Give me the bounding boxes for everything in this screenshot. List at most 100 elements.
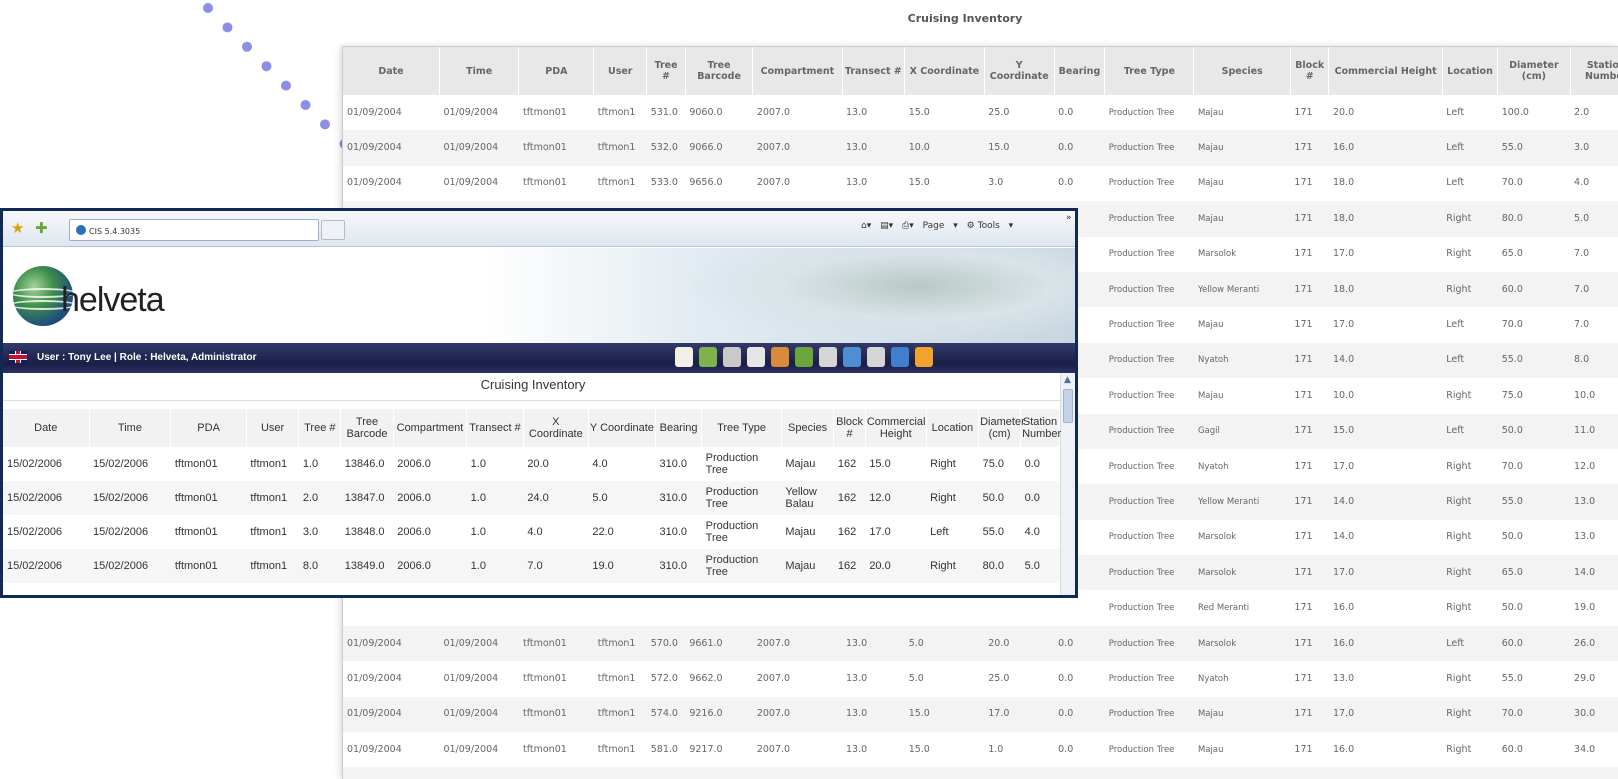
- table-cell: 1.0: [302, 458, 319, 470]
- uk-flag-icon[interactable]: [9, 351, 27, 363]
- column-header[interactable]: Block #: [1290, 47, 1330, 95]
- config-icon[interactable]: [843, 347, 861, 367]
- table-row[interactable]: 01/09/2004 01/09/2004 tftmon01 tftmon1 570.0…: [343, 625, 1618, 662]
- table-row[interactable]: 01/09/2004 01/09/2004 tftmon01 tftmon1 581.0…: [343, 732, 1618, 767]
- table-cell: 310.0: [655, 549, 702, 583]
- column-header[interactable]: Compartment: [752, 47, 843, 95]
- column-header[interactable]: Tree #: [298, 409, 342, 447]
- column-header[interactable]: Y Coordinate: [984, 47, 1055, 95]
- print-icon[interactable]: ⎙▾: [902, 221, 914, 231]
- table-cell: 9661.0: [685, 625, 753, 662]
- table-row[interactable]: 15/02/2006 15/02/2006 tftmon01 tftmon1 2.0 13…: [3, 481, 1060, 515]
- settings-icon[interactable]: [867, 347, 885, 367]
- column-header[interactable]: Species: [781, 409, 835, 447]
- column-header[interactable]: PDA: [170, 409, 247, 447]
- table-cell: 2.0: [298, 481, 341, 515]
- column-header[interactable]: Tree Barcode: [340, 409, 394, 447]
- table-cell: Production Tree: [1108, 249, 1175, 260]
- vertical-scrollbar[interactable]: ▲: [1060, 373, 1075, 595]
- home-icon[interactable]: ⌂▾: [861, 221, 871, 231]
- column-header[interactable]: Y Coordinate: [588, 409, 657, 447]
- column-header[interactable]: Location: [926, 409, 980, 447]
- column-header[interactable]: X Coordinate: [904, 47, 985, 95]
- column-header[interactable]: Diameter (cm): [978, 409, 1025, 447]
- table-row[interactable]: 01/09/200401/09/2004tftmon01tftmon1604.0…: [343, 767, 1618, 779]
- scrollbar-thumb[interactable]: [1063, 389, 1073, 423]
- column-header[interactable]: Diameter (cm): [1497, 47, 1571, 95]
- report-icon[interactable]: [771, 347, 789, 367]
- table-cell: 171: [1294, 460, 1313, 472]
- table-cell: 14.0: [1328, 342, 1443, 379]
- map-icon[interactable]: [795, 347, 813, 367]
- column-header[interactable]: Tree #: [646, 47, 686, 95]
- tools-menu[interactable]: ⚙ Tools ▾: [967, 221, 1014, 231]
- table-row[interactable]: 01/09/2004 01/09/2004 tftmon01 tftmon1 533.0…: [343, 166, 1618, 201]
- table-cell: 12.0: [865, 481, 927, 515]
- column-header[interactable]: Block #: [833, 409, 866, 447]
- column-header[interactable]: Station Number: [1570, 47, 1618, 95]
- table-row[interactable]: 01/09/2004 01/09/2004 tftmon01 tftmon1 572.0…: [343, 661, 1618, 696]
- column-header[interactable]: Species: [1193, 47, 1291, 95]
- table-row[interactable]: 01/09/2004 01/09/2004 tftmon01 tftmon1 574.0…: [343, 696, 1618, 733]
- page-menu[interactable]: Page ▾: [923, 221, 958, 231]
- table-cell: 13.0: [842, 625, 905, 662]
- table-row[interactable]: 15/02/2006 15/02/2006 tftmon01 tftmon1 1.0 13…: [3, 447, 1060, 481]
- column-header[interactable]: Transect #: [466, 409, 524, 447]
- home-icon[interactable]: [675, 347, 693, 367]
- column-header[interactable]: Station Number: [1020, 409, 1061, 447]
- table-row[interactable]: 01/09/2004 01/09/2004 tftmon01 tftmon1 531.0…: [343, 95, 1618, 130]
- table-cell: Yellow Meranti: [1193, 271, 1291, 308]
- table-row[interactable]: 15/02/2006 15/02/2006 tftmon01 tftmon1 8.0 13…: [3, 549, 1060, 583]
- column-header[interactable]: Commercial Height: [865, 409, 927, 447]
- lock-icon[interactable]: [915, 347, 933, 367]
- table-cell: Right: [1442, 201, 1498, 237]
- new-tab-button[interactable]: [321, 220, 345, 240]
- column-header[interactable]: User: [593, 47, 648, 95]
- column-header[interactable]: Date: [343, 47, 440, 95]
- table-cell: 2007.0: [752, 696, 843, 733]
- column-header[interactable]: X Coordinate: [523, 409, 589, 447]
- scroll-up-arrow-icon[interactable]: ▲: [1064, 375, 1071, 385]
- column-header[interactable]: Tree Barcode: [685, 47, 754, 95]
- column-header[interactable]: Time: [89, 409, 172, 447]
- table-cell: 8.0: [298, 549, 341, 583]
- table-cell: 13.0: [1332, 672, 1355, 684]
- table-cell: 3.0: [302, 526, 319, 538]
- column-header[interactable]: Commercial Height: [1328, 47, 1443, 95]
- table-cell: 01/09/2004: [443, 672, 499, 684]
- column-header[interactable]: Tree Type: [701, 409, 782, 447]
- add-favorite-icon[interactable]: ✚: [35, 219, 48, 237]
- table-cell: Majau: [785, 458, 816, 470]
- column-header[interactable]: Tree Type: [1104, 47, 1195, 95]
- connector-dot: [320, 119, 330, 130]
- favorites-star-icon[interactable]: ★: [11, 219, 24, 237]
- feeds-icon[interactable]: ▤▾: [880, 221, 893, 231]
- column-header[interactable]: Transect #: [842, 47, 906, 95]
- column-header[interactable]: Time: [439, 47, 520, 95]
- table-cell: Gagil: [1193, 413, 1291, 449]
- table-row[interactable]: 01/09/2004 01/09/2004 tftmon01 tftmon1 532.0…: [343, 130, 1618, 166]
- map-pin-icon[interactable]: [723, 347, 741, 367]
- table-cell: Production Tree: [1108, 178, 1175, 189]
- table-cell: Marsolok: [1197, 532, 1237, 543]
- users-icon[interactable]: [699, 347, 717, 367]
- gear-icon[interactable]: [819, 347, 837, 367]
- column-header[interactable]: User: [246, 409, 300, 447]
- column-header[interactable]: Compartment: [393, 409, 468, 447]
- document-a-icon[interactable]: [747, 347, 765, 367]
- browser-tab[interactable]: CIS 5.4.3035: [69, 219, 319, 241]
- column-header[interactable]: Location: [1442, 47, 1499, 95]
- table-row[interactable]: 15/02/2006 15/02/2006 tftmon01 tftmon1 3.0 13…: [3, 515, 1060, 549]
- table-cell: Right: [1442, 767, 1498, 779]
- table-cell: Left: [930, 526, 949, 538]
- column-header[interactable]: Bearing: [1054, 47, 1106, 95]
- table-cell: tftmon1: [597, 743, 636, 755]
- table-cell: 01/09/2004: [343, 625, 440, 662]
- column-header[interactable]: Bearing: [655, 409, 703, 447]
- info-icon[interactable]: [891, 347, 909, 367]
- column-header[interactable]: PDA: [518, 47, 595, 95]
- column-header[interactable]: Date: [3, 409, 90, 447]
- table-cell: 15/02/2006: [7, 526, 63, 538]
- toolbar-overflow-chevron-icon[interactable]: »: [1066, 213, 1072, 223]
- table-cell: 171: [1290, 555, 1329, 591]
